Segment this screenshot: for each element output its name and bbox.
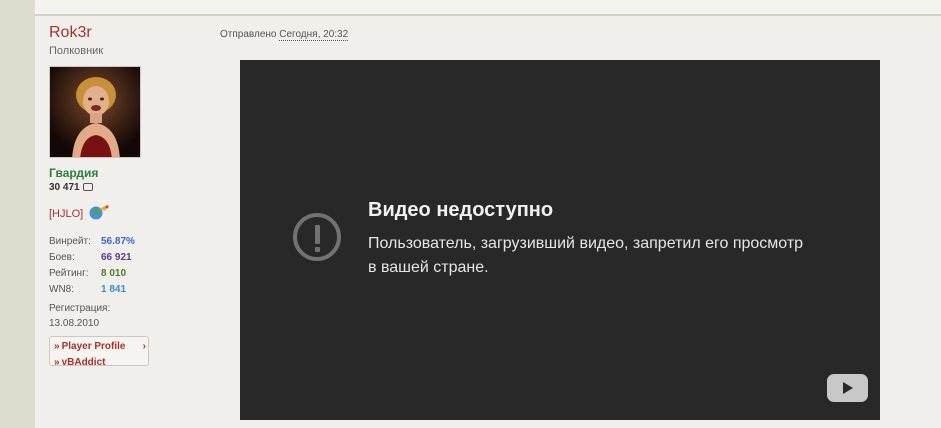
clan-tag[interactable]: [HJLO]	[49, 208, 83, 220]
profile-links-box: » Player Profile » vBAddict ›	[49, 336, 149, 366]
vbaddict-label: vBAddict	[61, 357, 106, 366]
video-player[interactable]: Видео недоступно Пользователь, загрузивш…	[240, 60, 880, 420]
stat-value: 1 841	[101, 284, 127, 295]
player-profile-link[interactable]: » Player Profile	[54, 341, 125, 352]
avatar-image	[50, 67, 140, 157]
sent-time: Сегодня, 20:32	[279, 29, 349, 41]
stat-battles: Боев: 66 921	[49, 250, 159, 266]
stat-value: 56.87%	[101, 236, 135, 247]
user-rank: Полковник	[49, 45, 104, 57]
stat-label: WN8:	[49, 284, 74, 295]
top-bar	[35, 0, 941, 16]
player-profile-label: Player Profile	[61, 341, 126, 352]
left-gutter	[0, 0, 35, 428]
registration-label: Регистрация:	[49, 303, 111, 314]
player-stats: Винрейт: 56.87% Боев: 66 921 Рейтинг: 8 …	[49, 234, 159, 298]
video-error-title: Видео недоступно	[368, 199, 554, 221]
registration-date: 13.08.2010	[49, 318, 100, 329]
double-chevron-icon: »	[54, 341, 60, 352]
stat-label: Винрейт:	[49, 236, 91, 247]
stat-winrate: Винрейт: 56.87%	[49, 234, 159, 250]
stat-wn8: WN8: 1 841	[49, 282, 159, 298]
post-sent-info: Отправлено Сегодня, 20:32	[220, 29, 349, 41]
video-error-message: Пользователь, загрузивший видео, запрети…	[368, 235, 804, 276]
stat-label: Рейтинг:	[49, 268, 89, 279]
warning-circle-icon	[293, 213, 341, 261]
post-count: 30 471	[49, 182, 93, 193]
avatar[interactable]	[49, 66, 141, 158]
stat-value: 8 010	[101, 268, 127, 279]
vbaddict-link[interactable]: » vBAddict	[54, 357, 106, 366]
chevron-right-icon[interactable]: ›	[143, 341, 146, 352]
sent-label: Отправлено	[220, 29, 277, 40]
stat-value: 66 921	[101, 252, 132, 263]
double-chevron-icon: »	[54, 357, 60, 366]
message-icon[interactable]	[82, 183, 93, 192]
youtube-icon[interactable]	[827, 374, 868, 402]
forum-post: Rok3r Полковник Гвардия 30 471 [HJLO] Ви…	[35, 16, 941, 428]
stat-label: Боев:	[49, 252, 75, 263]
username-link[interactable]: Rok3r	[49, 24, 92, 42]
stat-rating: Рейтинг: 8 010	[49, 266, 159, 282]
clan-name[interactable]: Гвардия	[49, 166, 98, 180]
clan-emblem-icon	[87, 203, 111, 221]
post-count-value: 30 471	[49, 182, 80, 193]
